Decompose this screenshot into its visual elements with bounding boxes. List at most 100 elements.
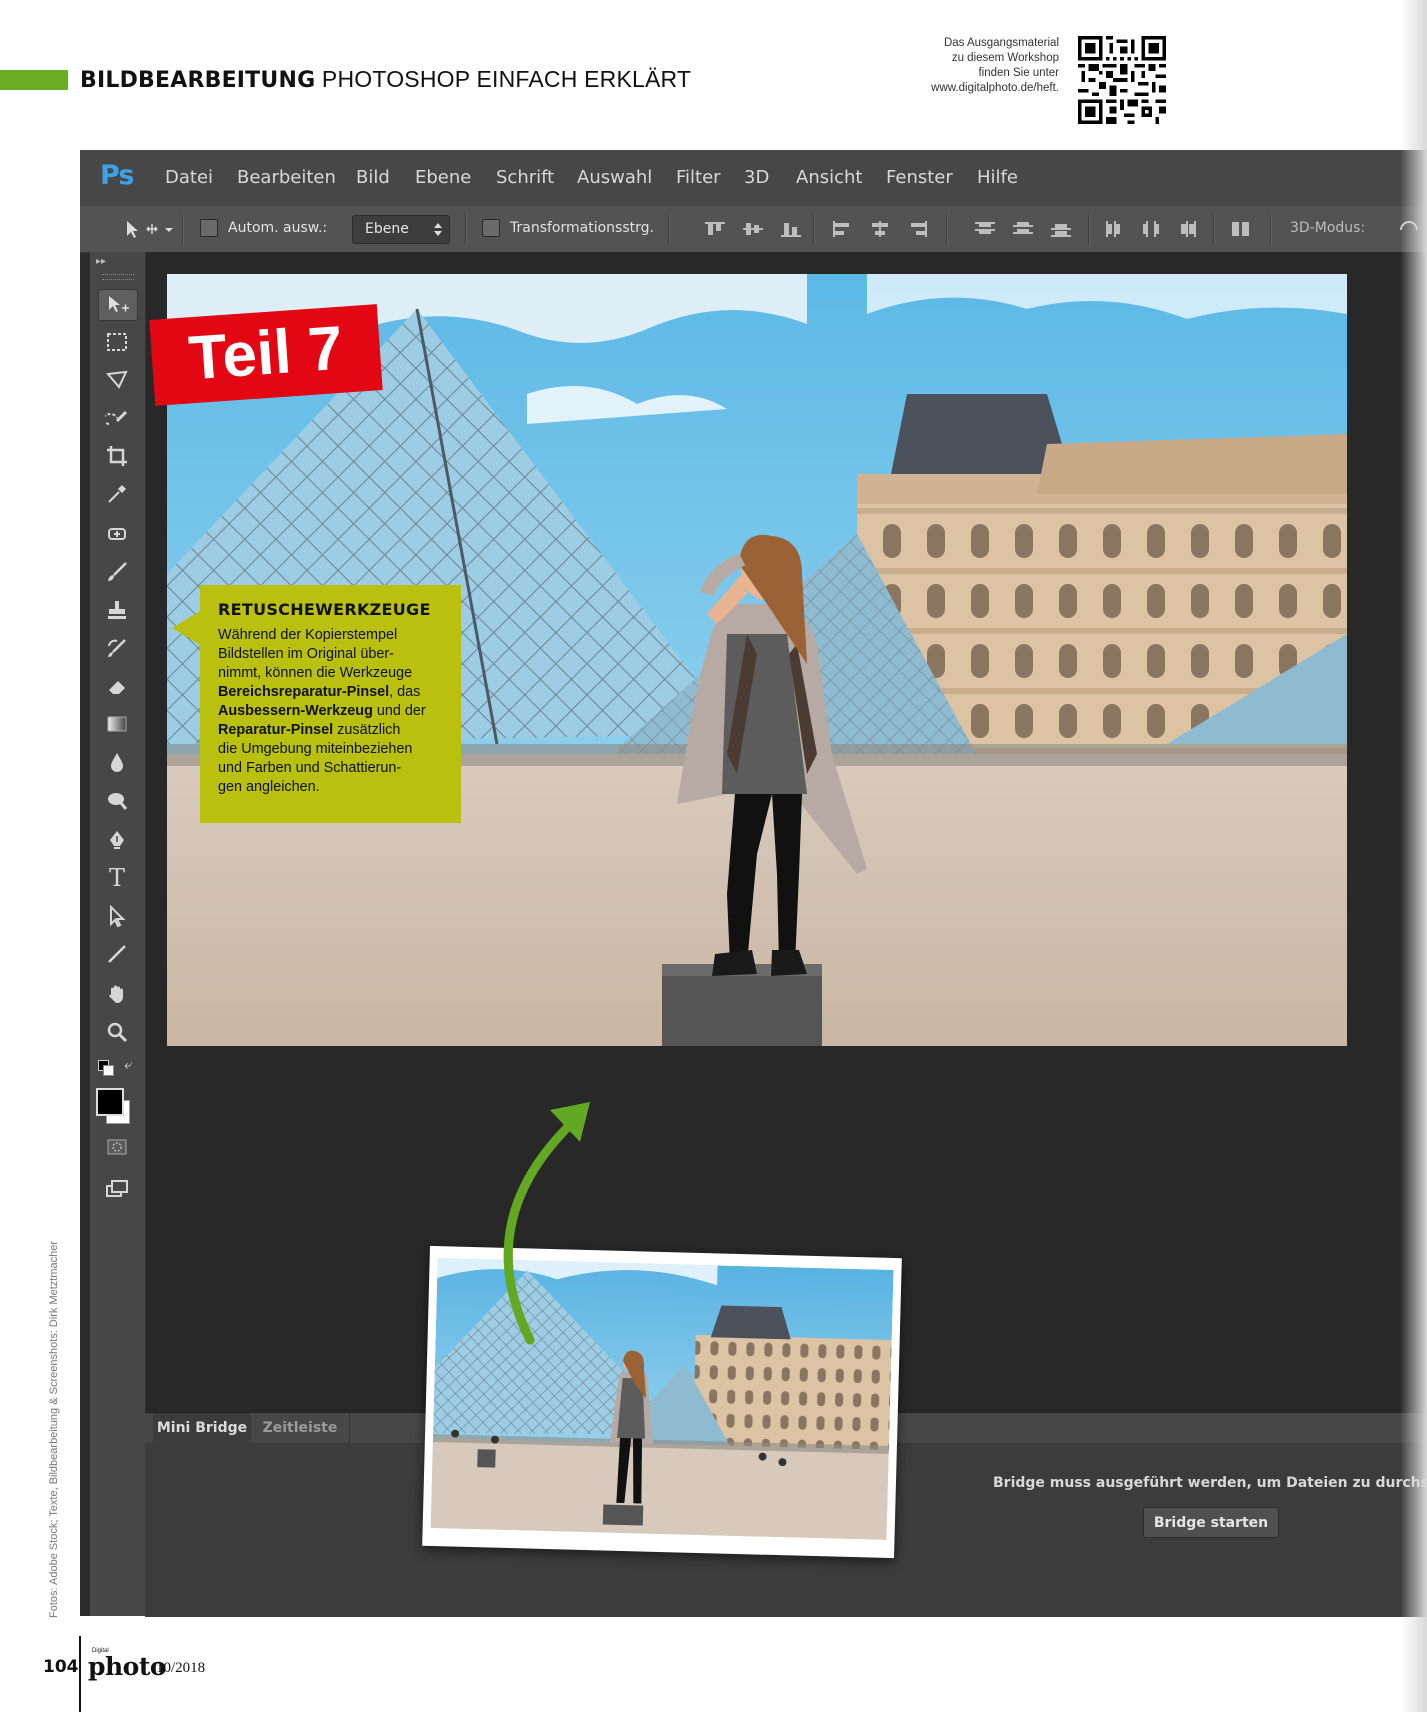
history-brush-tool-icon[interactable] bbox=[98, 633, 136, 663]
toolbar-separator bbox=[813, 214, 815, 244]
distribute-hcenter-icon[interactable] bbox=[1141, 221, 1161, 237]
section-color-bar bbox=[0, 70, 68, 90]
swap-colors-icon[interactable]: ⤶ bbox=[124, 1056, 132, 1073]
collapse-toolbox-icon[interactable]: ▸▸ bbox=[96, 256, 106, 267]
menu-3d[interactable]: 3D bbox=[744, 167, 769, 188]
3d-mode-label: 3D-Modus: bbox=[1290, 220, 1366, 236]
qr-note: Das Ausgangsmaterial zu diesem Workshop … bbox=[859, 36, 1059, 96]
page-header: BILDBEARBEITUNG PHOTOSHOP EINFACH ERKLÄR… bbox=[80, 66, 691, 93]
align-top-icon[interactable] bbox=[705, 221, 725, 237]
distribute-bottom-icon[interactable] bbox=[1051, 221, 1071, 237]
distribute-left-icon[interactable] bbox=[1105, 221, 1125, 237]
menu-hilfe[interactable]: Hilfe bbox=[977, 167, 1018, 188]
callout-text: die Umgebung miteinbeziehen bbox=[218, 741, 413, 757]
callout-text: Während der Kopierstempel bbox=[218, 627, 398, 643]
spinner-arrows-icon bbox=[434, 223, 442, 236]
page-number: 104 bbox=[43, 1657, 79, 1677]
eraser-tool-icon[interactable] bbox=[98, 671, 136, 701]
issue-date: 10/2018 bbox=[156, 1660, 206, 1676]
spot-healing-brush-tool-icon[interactable] bbox=[98, 519, 136, 549]
move-tool-preset-icon[interactable] bbox=[125, 218, 175, 240]
eyedropper-tool-icon[interactable] bbox=[98, 479, 136, 509]
screen-mode-icon[interactable] bbox=[98, 1174, 136, 1204]
callout-text: Bildstellen im Original über- bbox=[218, 646, 394, 662]
section-title: BILDBEARBEITUNG bbox=[80, 68, 316, 93]
quick-selection-tool-icon[interactable] bbox=[98, 403, 136, 433]
callout-text: gen angleichen. bbox=[218, 779, 320, 795]
default-colors-icon[interactable] bbox=[98, 1060, 114, 1076]
crop-tool-icon[interactable] bbox=[98, 441, 136, 471]
callout-body: Während der Kopierstempel Bildstellen im… bbox=[218, 626, 454, 797]
qr-code-icon bbox=[1078, 36, 1166, 124]
toolbar-separator bbox=[182, 214, 184, 244]
menu-datei[interactable]: Datei bbox=[165, 167, 213, 188]
distribute-top-icon[interactable] bbox=[975, 221, 995, 237]
toolbar-separator bbox=[1213, 214, 1215, 244]
qr-note-url: www.digitalphoto.de/heft. bbox=[931, 82, 1059, 94]
toolbar-separator bbox=[946, 214, 948, 244]
toolbar-separator bbox=[465, 214, 467, 244]
callout-text: nimmt, können die Werkzeuge bbox=[218, 665, 413, 681]
menu-ebene[interactable]: Ebene bbox=[415, 167, 471, 188]
align-right-icon[interactable] bbox=[908, 221, 928, 237]
menu-bild[interactable]: Bild bbox=[356, 167, 390, 188]
callout-term: Reparatur-Pinsel bbox=[218, 722, 334, 738]
foreground-color-swatch[interactable] bbox=[96, 1088, 124, 1116]
callout-term: Ausbessern-Werkzeug bbox=[218, 703, 373, 719]
auto-select-dropdown[interactable]: Ebene bbox=[352, 215, 450, 244]
quick-mask-icon[interactable] bbox=[98, 1132, 136, 1162]
marquee-tool-icon[interactable] bbox=[98, 327, 136, 357]
bridge-start-button[interactable]: Bridge starten bbox=[1143, 1507, 1279, 1538]
callout-pointer bbox=[172, 610, 202, 646]
hand-tool-icon[interactable] bbox=[98, 979, 136, 1009]
blur-tool-icon[interactable] bbox=[98, 747, 136, 777]
tab-mini-bridge[interactable]: Mini Bridge bbox=[153, 1413, 251, 1443]
align-bottom-icon[interactable] bbox=[781, 221, 801, 237]
qr-note-line: zu diesem Workshop bbox=[951, 52, 1059, 64]
clone-stamp-tool-icon[interactable] bbox=[98, 595, 136, 625]
info-callout: RETUSCHEWERKZEUGE Während der Kopierstem… bbox=[200, 585, 461, 823]
lasso-tool-icon[interactable] bbox=[98, 365, 136, 395]
photo-credits: Fotos: Adobe Stock; Texte, Bildbearbeitu… bbox=[48, 1240, 60, 1618]
align-left-icon[interactable] bbox=[832, 221, 852, 237]
menu-auswahl[interactable]: Auswahl bbox=[577, 167, 652, 188]
menu-schrift[interactable]: Schrift bbox=[496, 167, 554, 188]
transform-controls-checkbox[interactable] bbox=[482, 219, 500, 237]
path-selection-tool-icon[interactable] bbox=[98, 901, 136, 931]
auto-select-label: Autom. ausw.: bbox=[228, 220, 328, 236]
auto-select-value: Ebene bbox=[365, 221, 409, 237]
options-bar: Autom. ausw.: Ebene Transformationsstrg.… bbox=[80, 206, 1427, 253]
type-tool-icon[interactable]: T bbox=[98, 863, 136, 893]
zoom-tool-icon[interactable] bbox=[98, 1017, 136, 1047]
menu-fenster[interactable]: Fenster bbox=[886, 167, 953, 188]
pen-tool-icon[interactable] bbox=[98, 825, 136, 855]
dodge-tool-icon[interactable] bbox=[98, 785, 136, 815]
part-badge-text: Teil 7 bbox=[186, 313, 346, 394]
magazine-logo: photo bbox=[88, 1652, 167, 1681]
qr-note-line: finden Sie unter bbox=[978, 67, 1059, 79]
align-vcenter-icon[interactable] bbox=[743, 221, 763, 237]
curved-arrow-icon bbox=[503, 1102, 590, 1345]
distribute-right-icon[interactable] bbox=[1177, 221, 1197, 237]
photoshop-logo: Ps bbox=[100, 160, 134, 191]
auto-select-checkbox[interactable] bbox=[200, 219, 218, 237]
menu-bar: Ps Datei Bearbeiten Bild Ebene Schrift A… bbox=[80, 150, 1427, 207]
section-subtitle: PHOTOSHOP EINFACH ERKLÄRT bbox=[321, 66, 692, 92]
menu-bearbeiten[interactable]: Bearbeiten bbox=[237, 167, 336, 188]
tab-zeitleiste[interactable]: Zeitleiste bbox=[251, 1413, 350, 1443]
move-tool-icon[interactable] bbox=[98, 289, 138, 321]
callout-text: zusätzlich bbox=[333, 722, 401, 738]
auto-align-icon[interactable] bbox=[1231, 221, 1251, 237]
menu-filter[interactable]: Filter bbox=[676, 167, 721, 188]
distribute-vcenter-icon[interactable] bbox=[1013, 221, 1033, 237]
line-tool-icon[interactable] bbox=[98, 939, 136, 969]
menu-ansicht[interactable]: Ansicht bbox=[796, 167, 862, 188]
align-hcenter-icon[interactable] bbox=[870, 221, 890, 237]
toolbox-grip[interactable] bbox=[102, 274, 134, 280]
callout-text: , das bbox=[389, 684, 421, 700]
gradient-tool-icon[interactable] bbox=[98, 709, 136, 739]
toolbox: ▸▸ T ⤶ bbox=[90, 252, 146, 1616]
brush-tool-icon[interactable] bbox=[98, 557, 136, 587]
callout-title: RETUSCHEWERKZEUGE bbox=[218, 600, 431, 619]
page-edge-shadow bbox=[1400, 0, 1427, 1712]
